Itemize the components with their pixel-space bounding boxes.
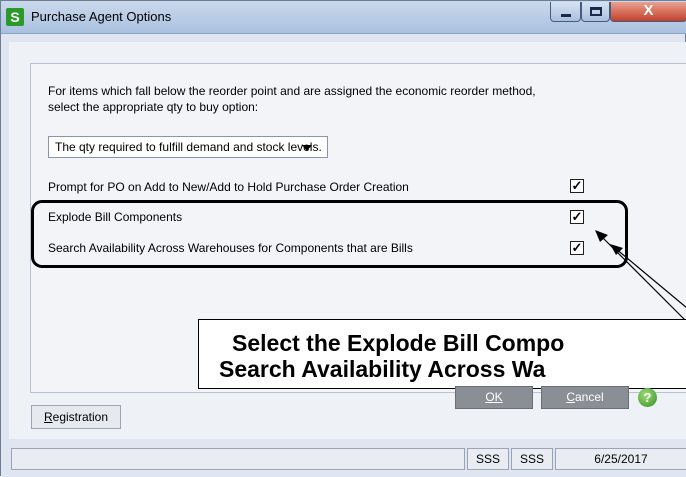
registration-label-rest: egistration [52, 410, 109, 424]
status-company-1: SSS [467, 448, 509, 470]
ok-label: OK [485, 390, 503, 404]
registration-button[interactable]: Registration [31, 405, 121, 429]
arrow-line-2 [614, 247, 686, 308]
arrow-head-1 [595, 230, 608, 242]
registration-label: R [43, 410, 53, 424]
status-company-2: SSS [511, 448, 553, 470]
arrow-line-1 [596, 231, 686, 322]
status-date: 6/25/2017 [555, 448, 686, 470]
callout-line1: Select the Explode Bill Compo [232, 330, 565, 356]
purchase-agent-options-window: S Purchase Agent Options X For items whi… [0, 0, 686, 477]
status-bar: SSS SSS 6/25/2017 [1, 439, 686, 477]
callout-box: Select the Explode Bill Compo Search Ava… [198, 319, 686, 389]
cancel-button[interactable]: Cancel [541, 386, 629, 409]
cancel-label-underlined: C [566, 390, 575, 404]
callout-line2: Search Availability Across Wa [219, 356, 546, 382]
ok-button[interactable]: OK [455, 386, 533, 409]
help-icon[interactable]: ? [638, 388, 657, 407]
status-message [11, 448, 465, 470]
cancel-label-rest: ancel [574, 390, 604, 404]
